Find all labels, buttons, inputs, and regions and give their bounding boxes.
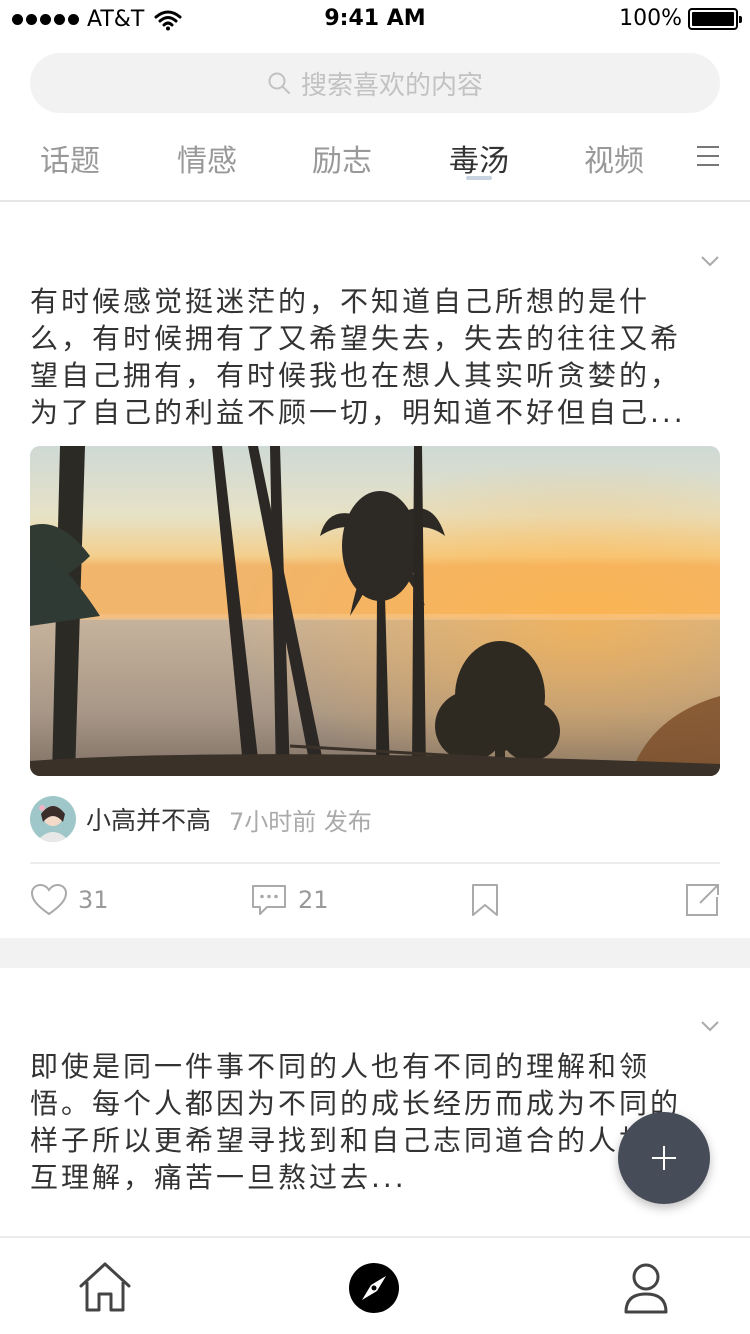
post-text-line: 样子所以更希望寻找到和自己志同道合的人相 [30, 1124, 651, 1157]
status-right: 100% [619, 6, 742, 31]
share-button[interactable] [684, 882, 732, 918]
sunset-palms-image [30, 446, 720, 776]
author-row[interactable]: 小高并不高 7小时前 发布 [30, 796, 372, 842]
bookmark-button[interactable] [466, 882, 514, 918]
section-separator [0, 938, 750, 968]
post-text-line: 望自己拥有，有时候我也在想人其实听贪婪的， [30, 359, 682, 392]
category-tabs: 话题 情感 励志 毒汤 视频 [0, 128, 750, 202]
post-time: 7小时前 发布 [229, 807, 372, 836]
tab-inspiration[interactable]: 励志 [312, 136, 372, 180]
bookmark-icon [472, 884, 498, 916]
chevron-down-icon[interactable] [700, 1019, 720, 1033]
plus-icon [652, 1146, 676, 1170]
tab-emotion[interactable]: 情感 [177, 136, 237, 180]
tab-poison-soup[interactable]: 毒汤 [449, 136, 509, 180]
post-text-line: 有时候感觉挺迷茫的，不知道自己所想的是什 [30, 285, 651, 318]
tab-video[interactable]: 视频 [584, 136, 644, 180]
tab-topics[interactable]: 话题 [40, 136, 100, 180]
post-text-line: 悟。每个人都因为不同的成长经历而成为不同的 [30, 1087, 682, 1120]
search-bar[interactable]: 搜索喜欢的内容 [30, 53, 720, 113]
post-image[interactable] [30, 446, 720, 776]
chevron-down-icon[interactable] [700, 254, 720, 268]
avatar[interactable] [30, 796, 76, 842]
add-post-button[interactable] [618, 1112, 710, 1204]
post-text-line: 为了自己的利益不顾一切，明知道不好但自己... [30, 396, 686, 429]
status-bar: AT&T 9:41 AM 100% [0, 0, 750, 40]
divider [30, 862, 720, 864]
post-text-line: 互理解，痛苦一旦熬过去... [30, 1161, 407, 1194]
comment-count: 21 [298, 886, 329, 914]
profile-icon[interactable] [618, 1260, 674, 1316]
battery-percent: 100% [619, 6, 682, 31]
post-text[interactable]: 有时候感觉挺迷茫的，不知道自己所想的是什 么，有时候拥有了又希望失去，失去的往往… [30, 283, 720, 431]
compass-icon[interactable] [346, 1260, 402, 1316]
comment-icon [252, 885, 286, 915]
search-placeholder: 搜索喜欢的内容 [300, 70, 483, 101]
comment-button[interactable]: 21 [250, 882, 329, 918]
heart-icon [30, 883, 68, 916]
battery-icon [688, 7, 742, 30]
post-text-line: 么，有时候拥有了又希望失去，失去的往往又希 [30, 322, 682, 355]
post-text-line: 即使是同一件事不同的人也有不同的理解和领 [30, 1050, 651, 1083]
like-count: 31 [78, 886, 109, 914]
share-icon [686, 884, 719, 916]
bottom-nav [0, 1236, 750, 1334]
active-tab-indicator [466, 176, 492, 180]
post-text[interactable]: 即使是同一件事不同的人也有不同的理解和领 悟。每个人都因为不同的成长经历而成为不… [30, 1048, 720, 1196]
home-icon[interactable] [77, 1260, 133, 1316]
like-button[interactable]: 31 [30, 882, 109, 918]
author-name[interactable]: 小高并不高 [86, 801, 211, 837]
menu-icon[interactable] [696, 144, 720, 168]
search-icon [268, 72, 290, 94]
